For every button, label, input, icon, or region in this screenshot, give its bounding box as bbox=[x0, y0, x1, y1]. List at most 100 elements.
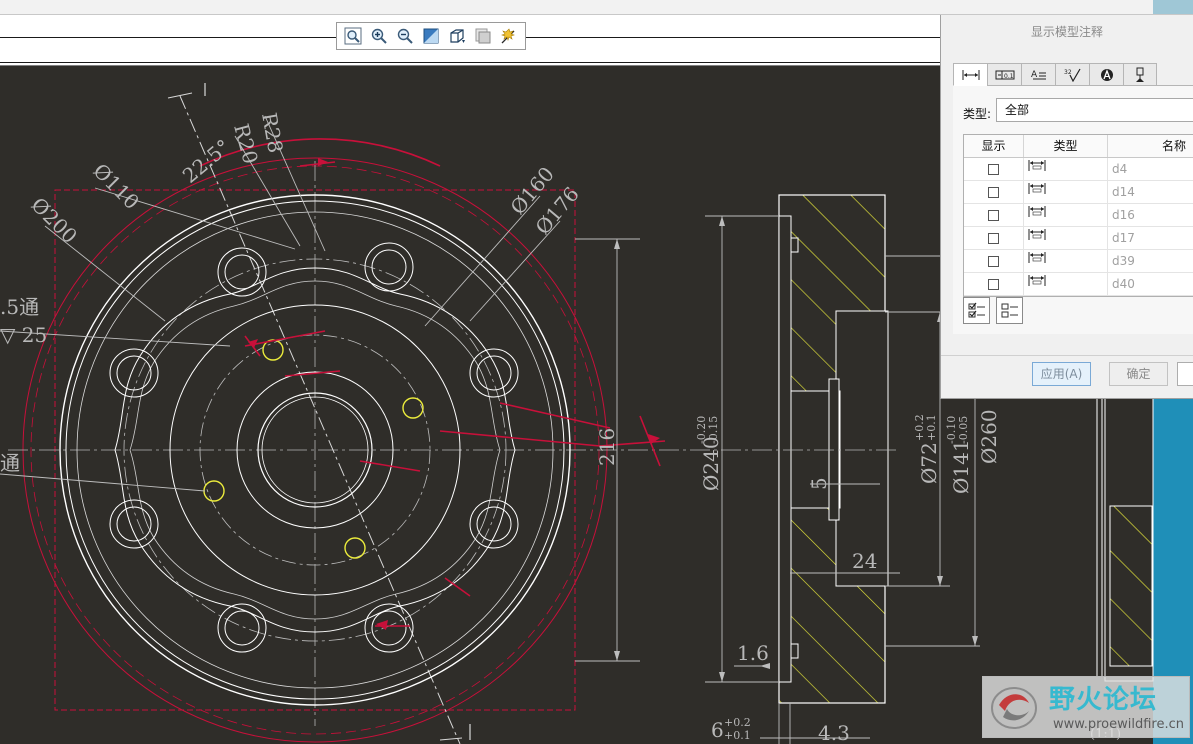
dim-d110[interactable]: Ø110 bbox=[88, 159, 144, 215]
tab-symbols-icon bbox=[1100, 68, 1113, 81]
watermark-title: 野火论坛 bbox=[1049, 685, 1158, 715]
dim-d200[interactable]: Ø200 bbox=[26, 193, 82, 249]
table-row[interactable]: d16 bbox=[964, 204, 1193, 227]
zoom-in-button[interactable] bbox=[367, 25, 391, 47]
zoom-fit-icon bbox=[344, 27, 362, 45]
dim-w24[interactable]: 24 bbox=[852, 549, 877, 573]
row-type-cell bbox=[1024, 204, 1108, 226]
dim-w6-tol-upper: +0.2 bbox=[724, 716, 751, 729]
bore-lip bbox=[828, 378, 840, 521]
selected-hole[interactable] bbox=[402, 397, 424, 419]
deselect-all-button[interactable] bbox=[996, 297, 1023, 324]
dim-w6-tol-lower: +0.1 bbox=[724, 729, 751, 742]
apply-button[interactable]: 应用(A) bbox=[1032, 362, 1091, 386]
svg-text:0.1: 0.1 bbox=[1004, 73, 1014, 80]
type-label: 类型: bbox=[963, 107, 992, 121]
selected-hole[interactable] bbox=[344, 537, 366, 559]
dim-h216[interactable]: 216 bbox=[595, 428, 619, 466]
dimension-type-icon bbox=[1028, 275, 1046, 286]
dimension-type-icon bbox=[1028, 183, 1046, 194]
dim-r28[interactable]: R28 bbox=[257, 111, 288, 155]
table-header: 显示 类型 名称 bbox=[964, 135, 1193, 158]
bolt-hole bbox=[469, 348, 519, 398]
row-name: d16 bbox=[1112, 208, 1135, 222]
tab-symbols[interactable] bbox=[1089, 63, 1123, 86]
row-show-cell bbox=[964, 204, 1024, 226]
highlight-arrows bbox=[248, 158, 660, 630]
dim-hole-spec[interactable]: .5通 bbox=[0, 295, 39, 319]
view-cube-button[interactable] bbox=[445, 25, 469, 47]
bolt-hole bbox=[109, 348, 159, 398]
bolt-hole bbox=[109, 499, 159, 549]
bore-cutout bbox=[835, 310, 889, 587]
select-all-button[interactable] bbox=[963, 297, 990, 324]
center-line bbox=[179, 95, 461, 744]
repaint-button[interactable] bbox=[419, 25, 443, 47]
tab-notes[interactable]: A bbox=[1021, 63, 1055, 86]
zoom-out-button[interactable] bbox=[393, 25, 417, 47]
column-name[interactable]: 名称 bbox=[1108, 135, 1193, 157]
tab-gtol[interactable]: 0.1 bbox=[987, 63, 1021, 86]
select-all-icon bbox=[968, 302, 985, 317]
display-style-icon bbox=[475, 28, 491, 44]
dim-through[interactable]: 通 bbox=[0, 451, 20, 475]
row-name: d40 bbox=[1112, 277, 1135, 291]
forum-logo-icon bbox=[991, 687, 1037, 729]
cancel-button[interactable] bbox=[1177, 362, 1193, 386]
tab-surface-finish[interactable]: 32 bbox=[1055, 63, 1089, 86]
row-type-cell bbox=[1024, 227, 1108, 249]
dim-d260[interactable]: Ø260 bbox=[977, 409, 1001, 464]
background-window-corner bbox=[1153, 0, 1193, 14]
dim-w6[interactable]: 6 bbox=[711, 718, 724, 742]
row-name: d17 bbox=[1112, 231, 1135, 245]
window-top-bar bbox=[0, 0, 1193, 15]
show-checkbox[interactable] bbox=[988, 186, 999, 198]
table-body: d4 d14 d16 d17 d39 d40 bbox=[964, 158, 1193, 296]
show-checkbox[interactable] bbox=[988, 232, 999, 244]
view-toolbar bbox=[336, 22, 526, 50]
column-type[interactable]: 类型 bbox=[1024, 135, 1108, 157]
ok-button[interactable]: 确定 bbox=[1109, 362, 1168, 386]
bolt-hole bbox=[364, 242, 414, 292]
selected-hole[interactable] bbox=[203, 480, 225, 502]
dialog-title: 显示模型注释 bbox=[1030, 25, 1103, 39]
tab-dimensions-icon bbox=[962, 69, 979, 80]
annotation-display-button[interactable] bbox=[497, 25, 521, 47]
dimension-type-icon bbox=[1028, 252, 1046, 263]
table-row[interactable]: d39 bbox=[964, 250, 1193, 273]
column-show[interactable]: 显示 bbox=[964, 135, 1024, 157]
row-show-cell bbox=[964, 181, 1024, 203]
show-checkbox[interactable] bbox=[988, 163, 999, 175]
show-checkbox[interactable] bbox=[988, 209, 999, 221]
show-model-annotations-dialog: 显示模型注释 0.1 A 32 类型: 全部 显示 类型 名称 d4 d14 d16… bbox=[940, 15, 1193, 399]
tab-surface-finish-icon: 32 bbox=[1064, 68, 1081, 82]
table-row[interactable]: d4 bbox=[964, 158, 1193, 181]
deselect-all-icon bbox=[1001, 303, 1018, 317]
dim-d141[interactable]: Ø141 bbox=[949, 439, 973, 494]
show-checkbox[interactable] bbox=[988, 255, 999, 267]
table-row[interactable]: d40 bbox=[964, 273, 1193, 296]
table-row[interactable]: d17 bbox=[964, 227, 1193, 250]
zoom-in-icon bbox=[371, 28, 387, 44]
show-checkbox[interactable] bbox=[988, 278, 999, 290]
row-type-cell bbox=[1024, 273, 1108, 295]
annotation-display-icon bbox=[501, 28, 515, 44]
dim-d72[interactable]: Ø72 bbox=[917, 442, 941, 484]
display-style-button[interactable] bbox=[471, 25, 495, 47]
row-show-cell bbox=[964, 227, 1024, 249]
dim-w43[interactable]: 4.3 bbox=[818, 721, 850, 744]
dim-w5[interactable]: 5 bbox=[807, 477, 831, 490]
dimension-type-icon bbox=[1028, 229, 1046, 240]
dim-r20[interactable]: R20 bbox=[229, 121, 263, 166]
table-row[interactable]: d14 bbox=[964, 181, 1193, 204]
selected-hole[interactable] bbox=[262, 339, 284, 361]
tab-datums[interactable] bbox=[1123, 63, 1157, 86]
dim-r16[interactable]: 1.6 bbox=[737, 641, 769, 665]
row-type-cell bbox=[1024, 158, 1108, 180]
tab-dimensions[interactable] bbox=[953, 63, 987, 86]
front-view: R28 R20 22.5° Ø110 Ø200 Ø160 Ø176 .5通 ▽ … bbox=[0, 83, 690, 744]
dim-depth[interactable]: ▽ 25 bbox=[0, 323, 47, 347]
row-show-cell bbox=[964, 158, 1024, 180]
zoom-fit-button[interactable] bbox=[341, 25, 365, 47]
type-dropdown[interactable]: 全部 bbox=[996, 98, 1193, 122]
